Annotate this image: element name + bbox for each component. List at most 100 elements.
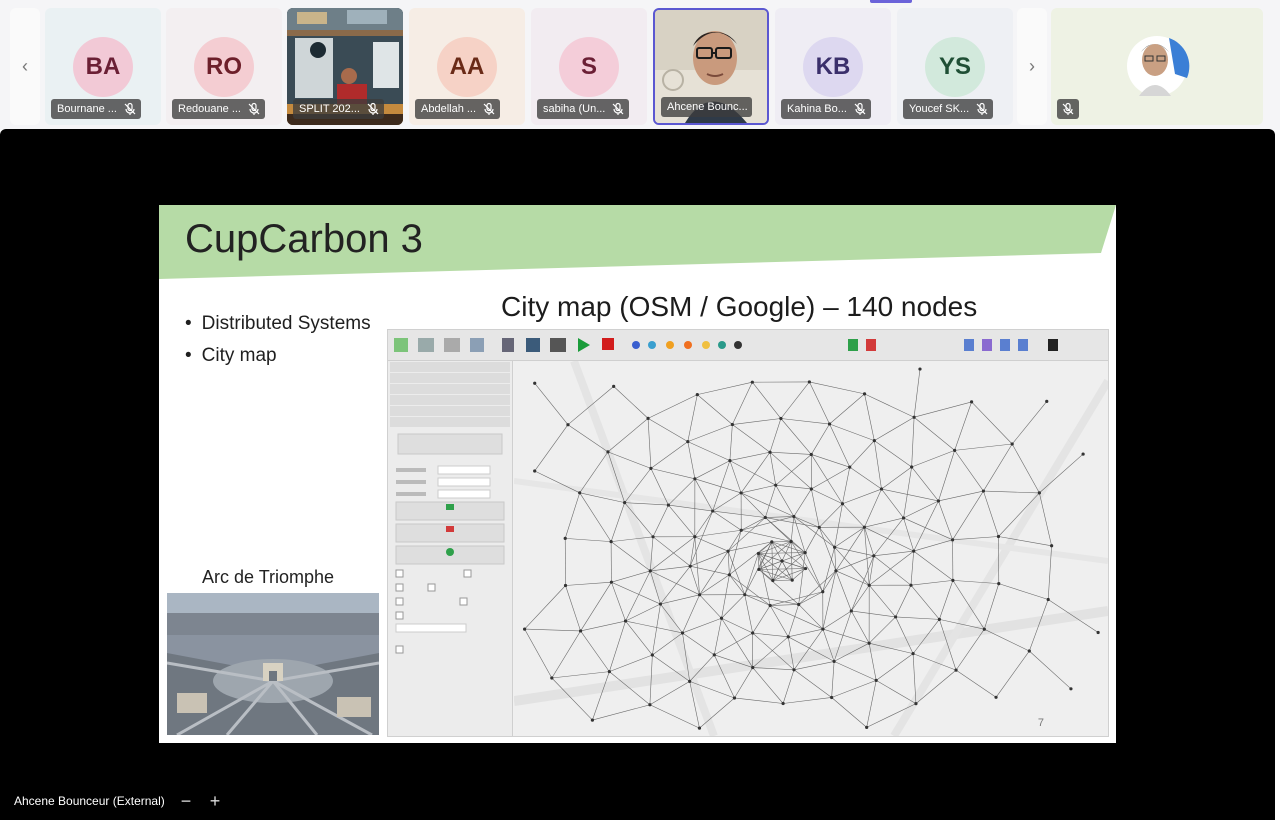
network-node bbox=[912, 549, 916, 553]
slide-title: CupCarbon 3 bbox=[185, 217, 423, 261]
network-node bbox=[578, 491, 582, 495]
network-node bbox=[763, 515, 767, 520]
zoom-in-button[interactable]: + bbox=[206, 792, 224, 810]
network-node bbox=[686, 440, 690, 444]
network-node bbox=[680, 631, 685, 635]
participant-tile[interactable]: RO Redouane ... bbox=[166, 8, 282, 125]
network-node bbox=[566, 423, 570, 427]
participant-tile[interactable]: S sabiha (Un... bbox=[531, 8, 647, 125]
network-node bbox=[936, 499, 941, 503]
network-node bbox=[648, 703, 652, 707]
mic-off-icon bbox=[976, 102, 988, 115]
mic-off-icon bbox=[483, 102, 495, 115]
participant-name-tag: Youcef SK... bbox=[903, 99, 994, 119]
network-node bbox=[743, 593, 747, 597]
panel-row bbox=[390, 373, 510, 383]
participant-name: Redouane ... bbox=[178, 103, 241, 115]
participant-tile[interactable]: KB Kahina Bo... bbox=[775, 8, 891, 125]
network-node bbox=[809, 487, 813, 491]
network-node bbox=[865, 725, 869, 729]
network-node bbox=[688, 679, 692, 683]
network-node bbox=[937, 617, 941, 621]
network-node bbox=[792, 668, 796, 672]
network-node bbox=[533, 469, 537, 473]
avatar: AA bbox=[437, 37, 497, 97]
participant-tile[interactable]: YS Youcef SK... bbox=[897, 8, 1013, 125]
network-node bbox=[711, 509, 715, 513]
network-node bbox=[751, 631, 755, 635]
next-page-button[interactable]: › bbox=[1017, 8, 1047, 125]
panel-row bbox=[390, 395, 510, 405]
network-node bbox=[1046, 597, 1050, 602]
network-node bbox=[994, 695, 998, 699]
previous-page-button[interactable]: ‹ bbox=[10, 8, 40, 125]
network-node bbox=[912, 415, 916, 419]
network-node bbox=[719, 616, 724, 620]
network-node bbox=[803, 566, 808, 571]
network-node bbox=[646, 416, 650, 420]
network-node bbox=[578, 629, 583, 633]
network-node bbox=[609, 580, 614, 584]
network-node bbox=[821, 590, 825, 594]
network-node bbox=[563, 583, 568, 588]
network-node bbox=[751, 665, 755, 670]
zoom-out-button[interactable]: − bbox=[177, 792, 195, 810]
panel-row bbox=[390, 406, 510, 416]
self-view-feed bbox=[1127, 36, 1190, 96]
participant-name-tag: SPLIT 202... bbox=[293, 99, 384, 119]
participant-tile[interactable]: BA Bournane ... bbox=[45, 8, 161, 125]
network-node bbox=[821, 627, 825, 631]
network-node bbox=[981, 489, 986, 493]
network-node bbox=[780, 559, 784, 563]
participant-tile[interactable]: AA Abdellah ... bbox=[409, 8, 525, 125]
participant-name-tag: Kahina Bo... bbox=[781, 99, 871, 119]
network-node bbox=[739, 491, 743, 495]
network-node bbox=[732, 696, 737, 700]
cupcarbon-toolbar bbox=[388, 330, 1108, 361]
participant-name-tag: Bournane ... bbox=[51, 99, 141, 119]
network-node bbox=[730, 422, 734, 427]
network-node bbox=[739, 528, 743, 532]
panel-row bbox=[390, 417, 510, 427]
network-node bbox=[781, 701, 785, 706]
mic-off-icon bbox=[612, 102, 624, 115]
network-node bbox=[779, 416, 783, 421]
network-node bbox=[1045, 399, 1049, 404]
network-node bbox=[950, 538, 955, 542]
participant-name: sabiha (Un... bbox=[543, 103, 606, 115]
network-node bbox=[1081, 452, 1085, 456]
network-node bbox=[697, 593, 702, 597]
active-speaker-video-tile[interactable]: Ahcene Bounc... bbox=[653, 8, 769, 125]
network-node bbox=[874, 678, 878, 682]
network-node bbox=[651, 535, 655, 539]
avatar: RO bbox=[194, 37, 254, 97]
network-node bbox=[910, 465, 914, 469]
network-node bbox=[550, 676, 554, 680]
arc-caption: Arc de Triomphe bbox=[202, 567, 335, 587]
presenter-label: Ahcene Bounceur (External) bbox=[14, 794, 165, 808]
network-node bbox=[982, 627, 986, 631]
network-node bbox=[563, 536, 567, 540]
network-node bbox=[1037, 491, 1041, 495]
network-node bbox=[997, 582, 1001, 586]
network-node bbox=[872, 554, 876, 558]
network-node bbox=[827, 422, 832, 426]
network-node bbox=[909, 583, 913, 587]
network-node bbox=[817, 525, 821, 529]
network-node bbox=[726, 549, 730, 553]
network-node bbox=[606, 450, 610, 454]
network-node bbox=[695, 393, 699, 397]
network-node bbox=[768, 603, 772, 608]
network-node bbox=[790, 578, 794, 582]
network-node bbox=[1050, 544, 1054, 548]
participant-video-tile[interactable]: SPLIT 202... bbox=[287, 8, 403, 125]
self-view-tile[interactable] bbox=[1051, 8, 1263, 125]
participant-name: SPLIT 202... bbox=[299, 103, 360, 115]
network-node bbox=[840, 502, 845, 506]
network-node bbox=[623, 619, 628, 623]
slide-subtitle: City map (OSM / Google) – 140 nodes bbox=[501, 291, 978, 322]
participant-name-tag: Redouane ... bbox=[172, 99, 265, 119]
network-node bbox=[768, 450, 772, 454]
network-node bbox=[918, 367, 922, 371]
network-node bbox=[792, 514, 796, 519]
